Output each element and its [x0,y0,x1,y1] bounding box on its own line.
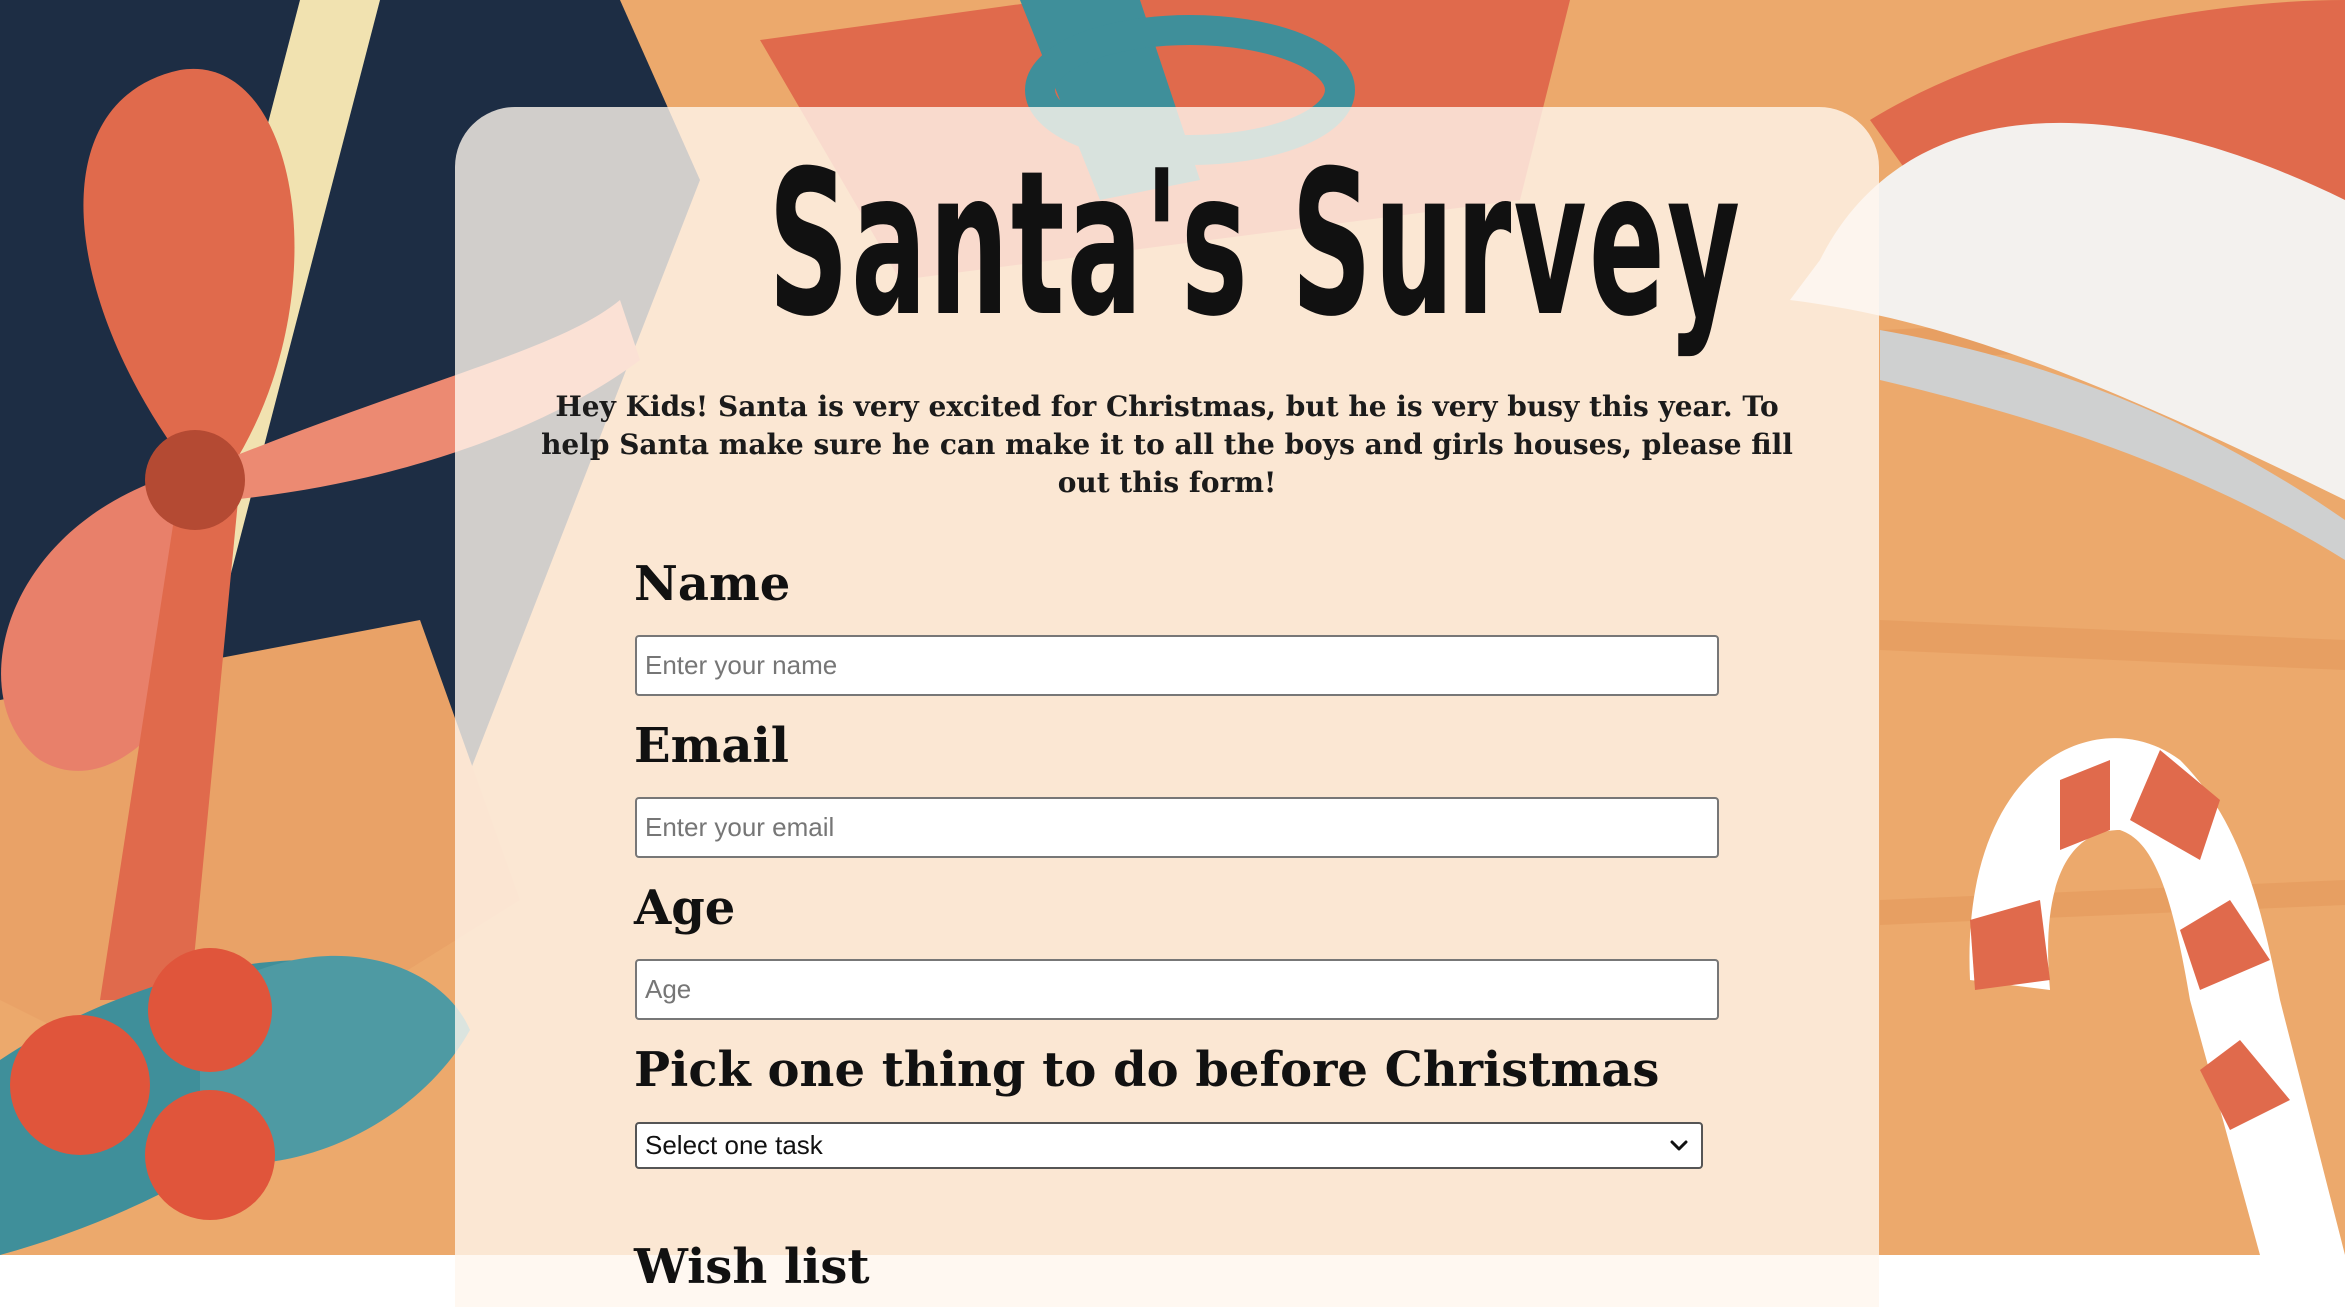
task-select-value: Select one task [645,1130,823,1160]
age-input[interactable] [635,959,1719,1020]
email-label: Email [634,718,789,774]
chevron-down-icon [1670,1140,1688,1151]
task-label: Pick one thing to do before Christmas [634,1042,1660,1098]
task-select[interactable]: Select one task [635,1122,1703,1169]
intro-text: Hey Kids! Santa is very excited for Chri… [541,390,1793,499]
name-input[interactable] [635,635,1719,696]
age-label: Age [634,880,736,936]
page-title: Santa's Survey [768,128,1743,361]
survey-card: Santa's Survey Hey Kids! Santa is very e… [455,107,1879,1307]
wishlist-label: Wish list [634,1239,870,1295]
name-label: Name [634,556,791,612]
email-input[interactable] [635,797,1719,858]
